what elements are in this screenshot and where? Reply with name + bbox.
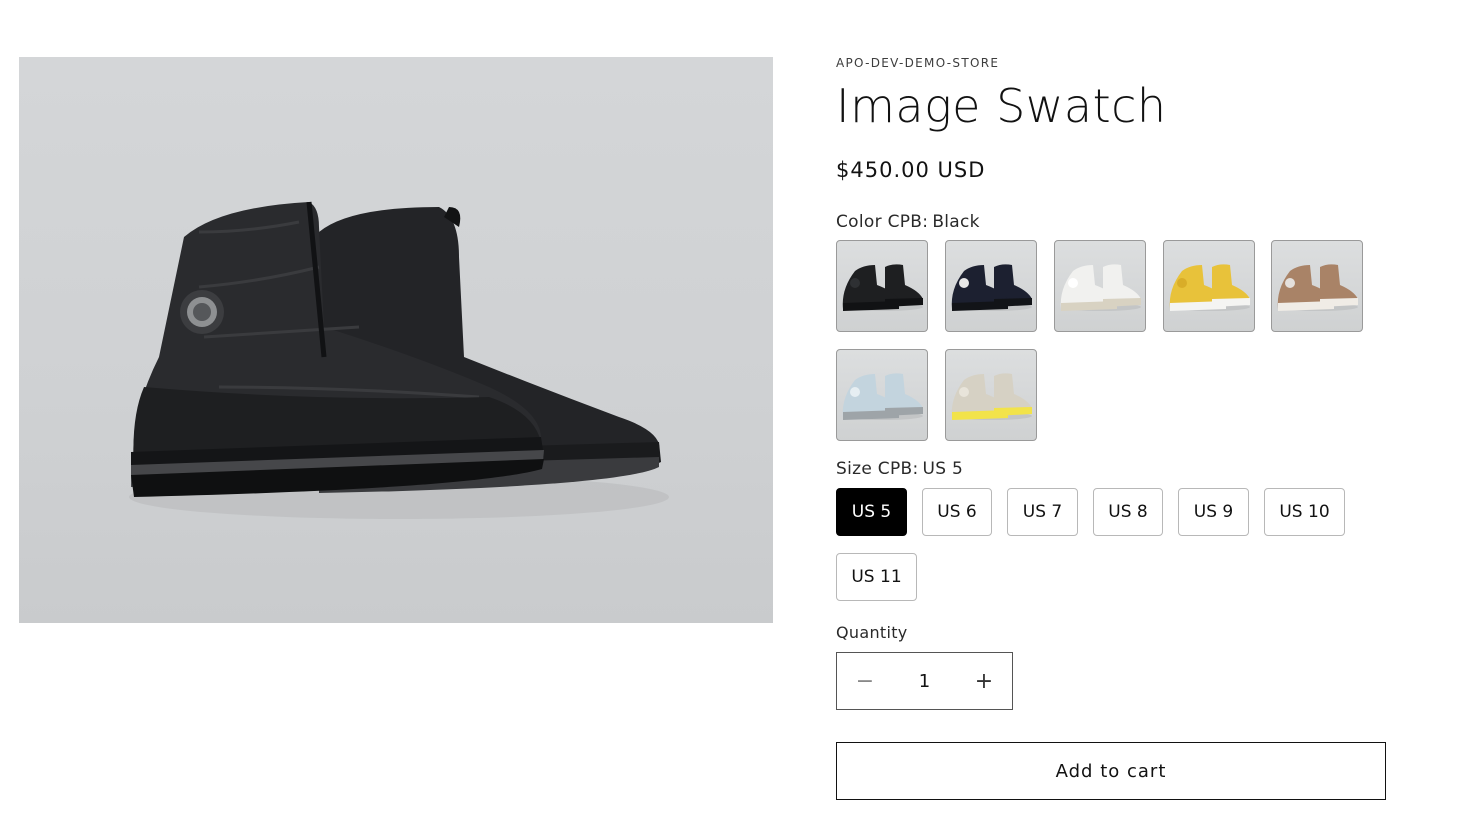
quantity-value[interactable]: 1: [893, 671, 956, 692]
size-option-button[interactable]: US 10: [1264, 488, 1345, 536]
color-swatch[interactable]: [1163, 240, 1255, 332]
color-swatch[interactable]: [836, 240, 928, 332]
vendor-name: APO-DEV-DEMO-STORE: [836, 56, 1000, 70]
color-label-text: Color CPB:: [836, 212, 929, 232]
color-label: Color CPB: Black: [836, 212, 980, 232]
size-option-button[interactable]: US 7: [1007, 488, 1078, 536]
product-image[interactable]: [19, 57, 773, 623]
color-swatch[interactable]: [1054, 240, 1146, 332]
quantity-increase-button[interactable]: +: [956, 653, 1012, 709]
product-title: Image Swatch: [836, 79, 1167, 133]
size-option-button[interactable]: US 9: [1178, 488, 1249, 536]
size-label-text: Size CPB:: [836, 459, 919, 479]
size-option-button[interactable]: US 5: [836, 488, 907, 536]
color-selected-value: Black: [932, 212, 980, 232]
size-option-button[interactable]: US 11: [836, 553, 917, 601]
size-option-button[interactable]: US 6: [922, 488, 992, 536]
quantity-decrease-button[interactable]: −: [837, 653, 893, 709]
size-selected-value: US 5: [922, 459, 964, 479]
boot-pair-illustration: [129, 201, 669, 519]
color-swatch[interactable]: [1271, 240, 1363, 332]
color-swatch[interactable]: [836, 349, 928, 441]
product-price: $450.00 USD: [836, 158, 986, 182]
size-option-button[interactable]: US 8: [1093, 488, 1163, 536]
quantity-label: Quantity: [836, 623, 908, 642]
add-to-cart-button[interactable]: Add to cart: [836, 742, 1386, 800]
color-swatch[interactable]: [945, 240, 1037, 332]
color-swatch[interactable]: [945, 349, 1037, 441]
quantity-stepper: − 1 +: [836, 652, 1013, 710]
size-label: Size CPB: US 5: [836, 459, 963, 479]
